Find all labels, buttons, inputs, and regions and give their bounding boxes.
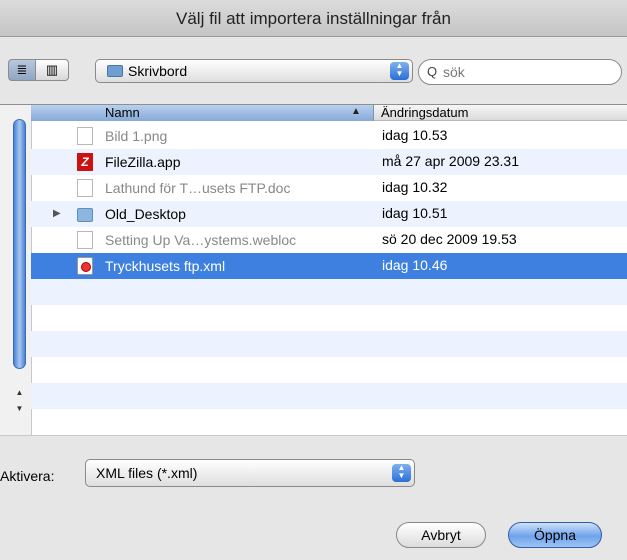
disclosure-triangle-icon[interactable]: ▶ bbox=[53, 208, 61, 219]
dialog-footer: Aktivera: XML files (*.xml) ▲ ▼ Avbryt Öp… bbox=[0, 435, 627, 560]
empty-row bbox=[31, 279, 627, 305]
folder-icon bbox=[77, 208, 93, 222]
file-date: idag 10.46 bbox=[382, 257, 448, 273]
cancel-button[interactable]: Avbryt bbox=[396, 522, 486, 548]
file-name: FileZilla.app bbox=[105, 154, 181, 170]
popup-arrows-icon: ▲ ▼ bbox=[390, 62, 409, 80]
toolbar: ≣ ▥ Skrivbord ▲ ▼ Q sök bbox=[0, 37, 627, 101]
file-name: Old_Desktop bbox=[105, 206, 186, 222]
file-date: idag 10.32 bbox=[382, 179, 448, 195]
name-column-header[interactable]: Namn ▲ bbox=[31, 105, 374, 121]
file-name: Bild 1.png bbox=[105, 128, 168, 144]
search-icon: Q bbox=[427, 64, 438, 79]
file-name: Lathund för T…usets FTP.doc bbox=[105, 180, 291, 196]
file-row-selected[interactable]: Tryckhusets ftp.xml idag 10.46 bbox=[31, 253, 627, 279]
list-view-button[interactable]: ≣ bbox=[8, 59, 36, 81]
search-placeholder: sök bbox=[443, 64, 465, 80]
column-view-icon: ▥ bbox=[45, 62, 59, 77]
column-view-button[interactable]: ▥ bbox=[35, 59, 69, 81]
popup-arrows-icon: ▲ ▼ bbox=[392, 464, 411, 482]
file-row[interactable]: Setting Up Va…ystems.webloc sö 20 dec 20… bbox=[31, 227, 627, 253]
file-date: idag 10.53 bbox=[382, 127, 448, 143]
title-bar: Välj fil att importera inställningar frå… bbox=[0, 0, 627, 37]
file-type-popup[interactable]: XML files (*.xml) ▲ ▼ bbox=[85, 459, 415, 487]
file-row[interactable]: Bild 1.png idag 10.53 bbox=[31, 123, 627, 149]
empty-row bbox=[31, 305, 627, 331]
folder-icon bbox=[107, 65, 123, 77]
scroll-thumb[interactable] bbox=[13, 119, 26, 369]
empty-row bbox=[31, 331, 627, 357]
file-list: ▲ ▼ Namn ▲ Ändringsdatum Bild 1.png idag… bbox=[0, 104, 627, 436]
empty-row bbox=[31, 383, 627, 409]
file-row[interactable]: Z FileZilla.app må 27 apr 2009 23.31 bbox=[31, 149, 627, 175]
file-row[interactable]: ▶ Old_Desktop idag 10.51 bbox=[31, 201, 627, 227]
webloc-file-icon bbox=[77, 231, 93, 249]
empty-row bbox=[31, 409, 627, 435]
date-column-label: Ändringsdatum bbox=[381, 105, 469, 120]
open-button[interactable]: Öppna bbox=[508, 522, 602, 548]
document-file-icon bbox=[77, 179, 93, 197]
vertical-scrollbar[interactable]: ▲ ▼ bbox=[0, 105, 32, 435]
filter-label: Aktivera: bbox=[0, 468, 55, 484]
filezilla-app-icon: Z bbox=[77, 153, 93, 171]
search-field[interactable]: Q sök bbox=[418, 59, 622, 85]
location-label: Skrivbord bbox=[128, 63, 188, 79]
scroll-down-arrow[interactable]: ▼ bbox=[13, 404, 26, 418]
sort-ascending-icon: ▲ bbox=[351, 106, 361, 117]
file-name: Setting Up Va…ystems.webloc bbox=[105, 232, 297, 248]
location-popup[interactable]: Skrivbord ▲ ▼ bbox=[95, 59, 413, 83]
scroll-up-arrow[interactable]: ▲ bbox=[13, 388, 26, 402]
file-date: sö 20 dec 2009 19.53 bbox=[382, 231, 517, 247]
file-name: Tryckhusets ftp.xml bbox=[105, 258, 226, 274]
name-column-label: Namn bbox=[105, 105, 140, 120]
empty-row bbox=[31, 357, 627, 383]
file-date: idag 10.51 bbox=[382, 205, 448, 221]
column-header: Namn ▲ Ändringsdatum bbox=[31, 105, 627, 121]
date-column-header[interactable]: Ändringsdatum bbox=[374, 105, 627, 121]
file-row[interactable]: Lathund för T…usets FTP.doc idag 10.32 bbox=[31, 175, 627, 201]
image-file-icon bbox=[77, 127, 93, 145]
xml-file-icon bbox=[77, 257, 93, 275]
file-type-value: XML files (*.xml) bbox=[96, 465, 198, 481]
file-date: må 27 apr 2009 23.31 bbox=[382, 153, 519, 169]
list-view-icon: ≣ bbox=[16, 62, 28, 77]
divider bbox=[0, 435, 627, 436]
dialog-title: Välj fil att importera inställningar frå… bbox=[176, 9, 451, 28]
